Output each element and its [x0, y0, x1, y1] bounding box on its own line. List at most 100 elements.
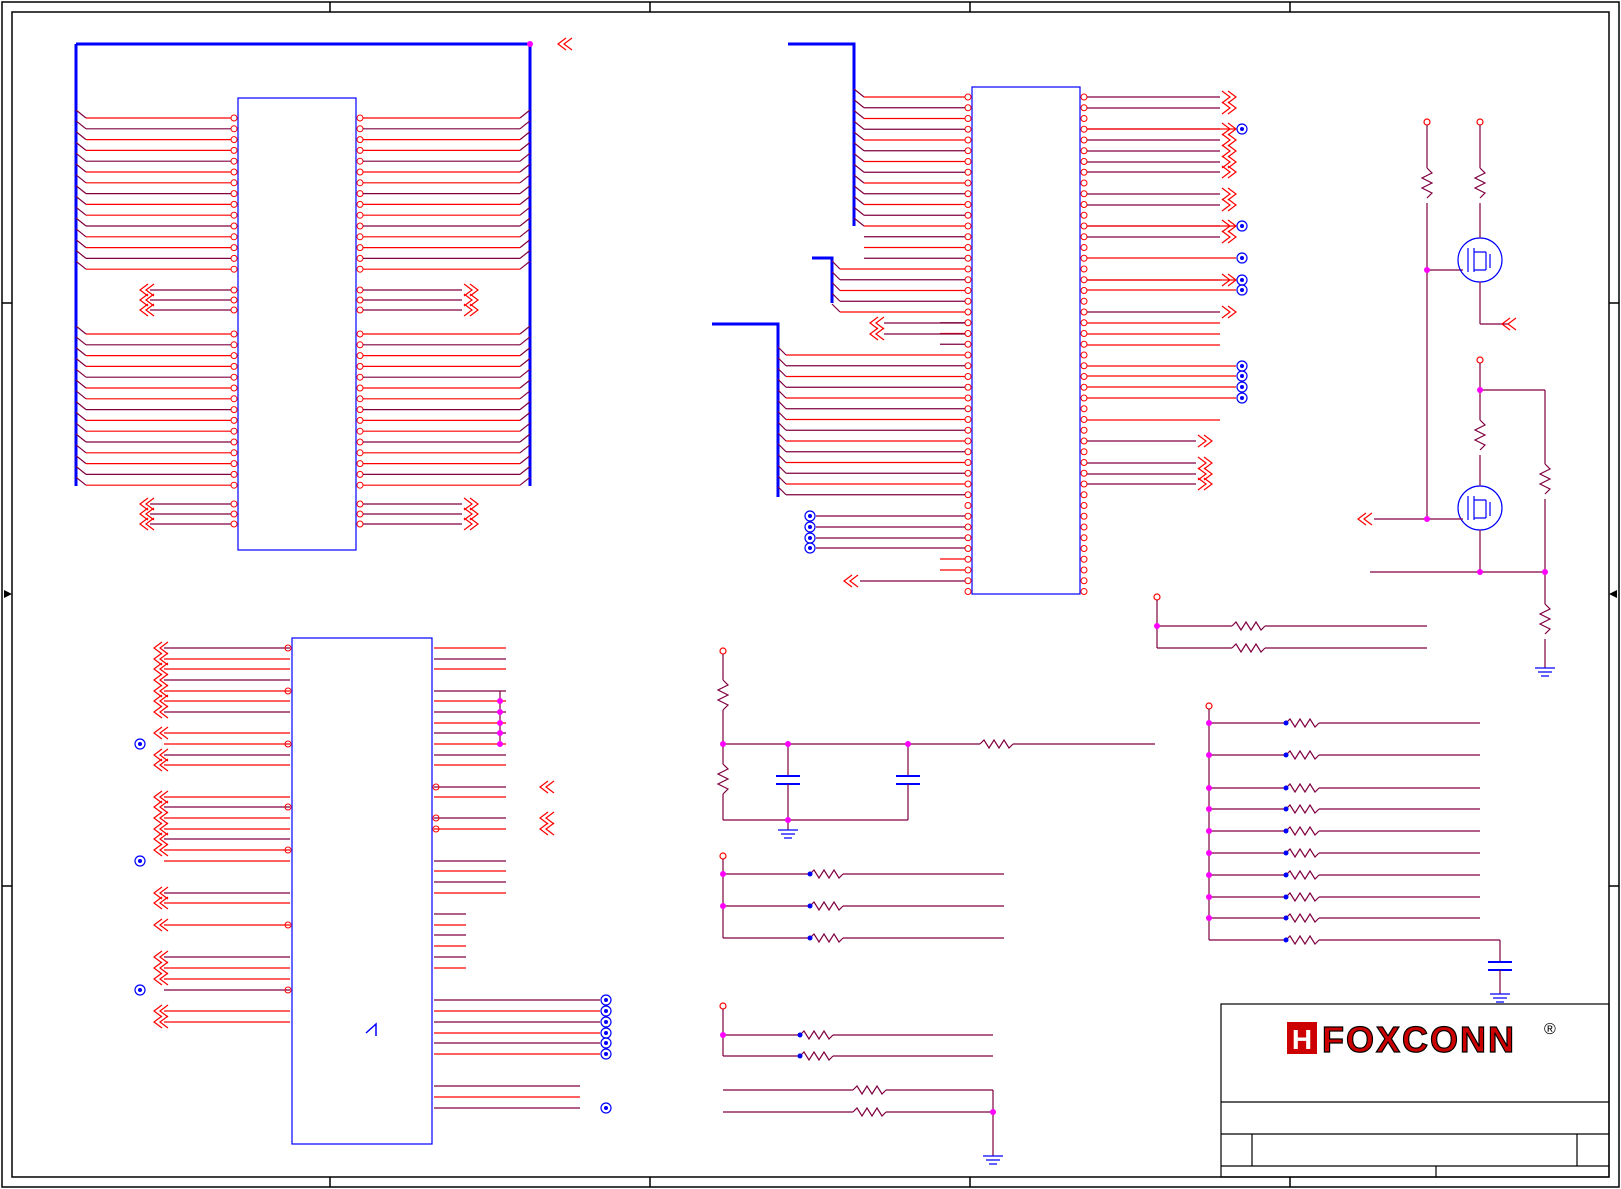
pin [1080, 265, 1088, 273]
test-point-dot [604, 1031, 608, 1035]
sheet-frame [1, 1, 1620, 1188]
pin [964, 136, 972, 144]
pin [964, 523, 972, 531]
resistor [799, 1050, 834, 1062]
pin [1080, 416, 1088, 423]
test-point-dot [138, 859, 142, 863]
frame-arrow-markers [4, 590, 1617, 598]
pin [964, 545, 972, 552]
pin [230, 233, 238, 241]
pin [1080, 147, 1088, 155]
junction [1206, 872, 1212, 878]
pin [1080, 383, 1088, 391]
pin [1080, 469, 1088, 477]
test-point-dot [1240, 385, 1244, 389]
pin [230, 500, 238, 508]
pin [964, 190, 972, 198]
pin [230, 179, 238, 187]
pin [964, 491, 972, 499]
offpage-arrow [843, 574, 859, 588]
junction [1206, 915, 1212, 921]
test-point-dot [1240, 288, 1244, 292]
pin [1080, 168, 1088, 176]
resistor-pin1 [807, 903, 813, 909]
pin [1080, 211, 1088, 219]
resistor-pin1 [1283, 894, 1289, 900]
test-point-dot [604, 1106, 608, 1110]
pin [964, 480, 972, 488]
pin [1080, 459, 1088, 466]
pin [1080, 523, 1088, 531]
resistor-group-2 [719, 1002, 993, 1062]
pin [1080, 158, 1088, 165]
pin [1080, 405, 1088, 413]
pin [964, 265, 972, 273]
pin [1080, 297, 1088, 305]
pin [230, 406, 238, 414]
pin [964, 426, 972, 434]
offpage-arrow [1221, 230, 1237, 244]
resistor [1285, 934, 1320, 946]
pin [230, 373, 238, 381]
pin [356, 416, 364, 424]
pin [230, 190, 238, 198]
pin [1080, 351, 1088, 359]
pin [1080, 588, 1088, 595]
pin [230, 296, 238, 304]
pin [964, 577, 972, 585]
pin [230, 384, 238, 392]
test-point-dot [808, 546, 812, 550]
resistor-pin1 [807, 871, 813, 877]
pin [356, 330, 364, 338]
resistor [1285, 869, 1320, 881]
pin [1080, 512, 1088, 520]
pin [356, 460, 364, 468]
test-point-dot [138, 988, 142, 992]
test-point-dot [1240, 224, 1244, 228]
offpage-arrow-top [557, 37, 573, 51]
pin [230, 520, 238, 528]
resistor [1285, 803, 1320, 815]
pin [1080, 330, 1088, 337]
offpage-arrow [539, 822, 555, 836]
resistor [1285, 912, 1320, 924]
pin [964, 437, 972, 445]
pin [964, 125, 972, 133]
test-point-dot [808, 536, 812, 540]
pin [356, 136, 364, 144]
resistor [809, 868, 844, 880]
pin [964, 319, 972, 327]
pin [1080, 426, 1088, 434]
test-point-dot [604, 1041, 608, 1045]
offpage-arrow [1221, 198, 1237, 212]
ic-bottom-left [134, 637, 612, 1145]
pin [964, 362, 972, 370]
resistor-group-3 [719, 852, 1004, 944]
pin [964, 534, 972, 542]
pin [356, 481, 364, 489]
pin [1080, 555, 1088, 563]
pin [356, 211, 364, 219]
pin [1080, 394, 1088, 402]
pin [1080, 287, 1088, 294]
pin [1080, 125, 1088, 133]
offpage-arrow [1221, 133, 1237, 147]
connector-top-middle [712, 42, 1248, 595]
pin [1080, 276, 1088, 284]
junction [497, 730, 503, 736]
offpage-arrow [1221, 90, 1237, 104]
pin [964, 179, 972, 187]
pin [1080, 491, 1088, 499]
pin [356, 296, 364, 304]
resistor [1285, 749, 1320, 761]
rc-network [716, 647, 1155, 839]
pin [964, 254, 972, 262]
pin [1080, 577, 1088, 585]
pin [964, 276, 972, 284]
junction [1206, 720, 1212, 726]
pin [230, 427, 238, 435]
pin [356, 341, 364, 349]
pin [230, 438, 238, 446]
pin [356, 125, 364, 133]
pin [964, 297, 972, 305]
